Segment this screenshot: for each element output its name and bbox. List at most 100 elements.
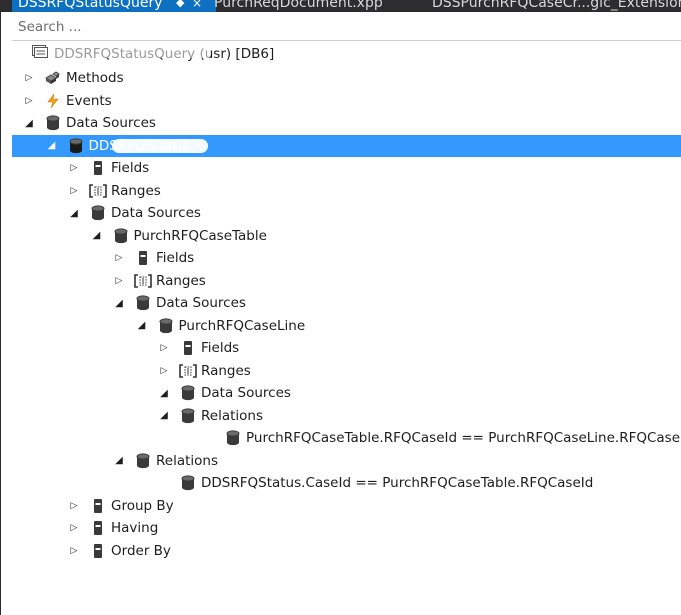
ranges-icon bbox=[89, 183, 107, 199]
field-icon bbox=[89, 160, 107, 176]
tree-item[interactable]: ◢ Data Sources bbox=[12, 202, 681, 224]
collapsed-arrow-icon[interactable]: ▷ bbox=[67, 180, 81, 202]
tree-item[interactable]: ▷ Fields bbox=[12, 247, 681, 269]
tree-item[interactable]: ◢ Relations bbox=[12, 405, 681, 427]
database-icon bbox=[134, 452, 152, 469]
tree-item[interactable]: ◢ Data Sources bbox=[12, 292, 681, 314]
redaction-mark bbox=[54, 46, 209, 58]
tree-item[interactable]: ▷ Methods bbox=[12, 67, 681, 89]
database-icon bbox=[179, 407, 197, 424]
query-icon bbox=[32, 45, 48, 63]
tree-item[interactable]: ▷ Events bbox=[12, 90, 681, 112]
tree-item-label: Ranges bbox=[201, 362, 251, 379]
ranges-icon bbox=[134, 273, 152, 289]
database-icon bbox=[44, 115, 62, 131]
tab-purchreqdocument[interactable]: PurchReqDocument.xpp bbox=[214, 0, 383, 12]
tree-item[interactable]: ◢ Relations bbox=[12, 450, 681, 472]
field-icon bbox=[134, 250, 152, 266]
collapsed-arrow-icon[interactable]: ▷ bbox=[67, 517, 81, 539]
tree-item-label: DDSRFQStatus.CaseId == PurchRFQCaseTable… bbox=[201, 475, 594, 491]
expanded-arrow-icon[interactable]: ◢ bbox=[112, 292, 126, 314]
tree-item-label: PurchRFQCaseTable bbox=[133, 227, 267, 244]
close-icon[interactable]: × bbox=[192, 0, 202, 12]
pin-icon[interactable]: ◆ bbox=[176, 0, 184, 12]
expanded-arrow-icon[interactable]: ◢ bbox=[157, 405, 171, 427]
database-icon bbox=[179, 475, 197, 491]
database-icon bbox=[179, 385, 197, 401]
collapsed-arrow-icon[interactable]: ▷ bbox=[67, 157, 81, 179]
tree-item[interactable]: ▷ Ranges bbox=[12, 360, 681, 382]
tree-item-label: Relations bbox=[156, 452, 218, 469]
collapsed-arrow-icon[interactable]: ▷ bbox=[157, 337, 171, 359]
tab-label: PurchReqDocument.xpp bbox=[214, 0, 383, 11]
field-icon bbox=[89, 498, 107, 514]
tree-item[interactable]: ▷ Having bbox=[12, 517, 681, 539]
tab-label: DSSPurchRFQCaseCr...gic_Extension.xp bbox=[432, 0, 681, 11]
tree-item[interactable]: DDSRFQStatus.CaseId == PurchRFQCaseTable… bbox=[12, 472, 681, 494]
collapsed-arrow-icon[interactable]: ▷ bbox=[67, 495, 81, 517]
expanded-arrow-icon[interactable]: ◢ bbox=[22, 112, 36, 134]
collapsed-arrow-icon[interactable]: ▷ bbox=[67, 540, 81, 562]
tree-item-label: Data Sources bbox=[111, 205, 201, 221]
tree-item-label: Having bbox=[111, 520, 159, 536]
collapsed-arrow-icon[interactable]: ▷ bbox=[112, 247, 126, 269]
collapsed-arrow-icon[interactable]: ▷ bbox=[22, 67, 36, 89]
database-icon bbox=[134, 295, 152, 311]
tree-item[interactable]: ◢ PurchRFQCaseLine bbox=[12, 315, 681, 337]
tree-item-label: Relations bbox=[201, 407, 263, 424]
tree-item-label: Events bbox=[66, 92, 112, 109]
tree-item-label: PurchRFQCaseTable.RFQCaseId == PurchRFQC… bbox=[246, 430, 681, 446]
collapsed-arrow-icon[interactable]: ▷ bbox=[112, 270, 126, 292]
database-icon bbox=[224, 430, 242, 446]
database-icon bbox=[112, 227, 130, 244]
search-input[interactable] bbox=[12, 14, 681, 40]
database-icon bbox=[67, 137, 85, 154]
field-icon bbox=[179, 340, 197, 356]
tree-item[interactable]: ▷ Group By bbox=[12, 495, 681, 517]
collapsed-arrow-icon[interactable]: ▷ bbox=[22, 90, 36, 112]
tab-label: DSSRFQStatusQuery bbox=[18, 0, 163, 11]
database-icon bbox=[89, 205, 107, 221]
tree-item-label: Fields bbox=[111, 160, 150, 176]
tree-item-label: Data Sources bbox=[156, 295, 246, 311]
expanded-arrow-icon[interactable]: ◢ bbox=[157, 382, 171, 404]
tree-item[interactable]: PurchRFQCaseTable.RFQCaseId == PurchRFQC… bbox=[12, 427, 681, 449]
ranges-icon bbox=[179, 363, 197, 379]
collapsed-arrow-icon[interactable]: ▷ bbox=[157, 360, 171, 382]
methods-icon bbox=[44, 70, 62, 86]
expanded-arrow-icon[interactable]: ◢ bbox=[90, 225, 104, 247]
tree-item-label: Methods bbox=[66, 70, 124, 86]
tree-item-label: Data Sources bbox=[66, 115, 156, 131]
lightning-icon bbox=[44, 93, 62, 109]
tree-item[interactable]: ◢ PurchRFQCaseTable bbox=[12, 225, 681, 247]
tab-dsspurchrfqcase-extension[interactable]: DSSPurchRFQCaseCr...gic_Extension.xp bbox=[432, 0, 681, 12]
redaction-mark bbox=[112, 138, 208, 153]
database-icon bbox=[157, 317, 175, 334]
expanded-arrow-icon[interactable]: ◢ bbox=[67, 202, 81, 224]
tree-item-label: Data Sources bbox=[201, 385, 291, 401]
field-icon bbox=[89, 543, 107, 559]
tree-item-label: PurchRFQCaseLine bbox=[178, 317, 306, 334]
tree-item[interactable]: ◢ Data Sources bbox=[12, 382, 681, 404]
field-icon bbox=[89, 520, 107, 536]
tree-item[interactable]: ▷ Fields bbox=[12, 157, 681, 179]
tab-ddsrfqstatusquery[interactable]: DSSRFQStatusQuery ◆ × bbox=[12, 0, 216, 12]
tree-item-label: Fields bbox=[156, 250, 195, 266]
tree-item-label: Ranges bbox=[156, 272, 206, 289]
expanded-arrow-icon[interactable]: ◢ bbox=[112, 450, 126, 472]
expanded-arrow-icon[interactable]: ◢ bbox=[45, 135, 59, 157]
expanded-arrow-icon[interactable]: ◢ bbox=[135, 315, 149, 337]
search-box[interactable] bbox=[12, 14, 681, 41]
tree-item[interactable]: ▷ Ranges bbox=[12, 180, 681, 202]
tree-item-label: Group By bbox=[111, 497, 174, 514]
tree-item-label: Ranges bbox=[111, 182, 161, 199]
window-edge bbox=[0, 0, 1, 615]
tree-item[interactable]: ▷ Order By bbox=[12, 540, 681, 562]
tree-item[interactable]: ▷ Ranges bbox=[12, 270, 681, 292]
tree-item-label: Fields bbox=[201, 340, 240, 356]
tree-item[interactable]: ▷ Fields bbox=[12, 337, 681, 359]
tree-item-label: Order By bbox=[111, 542, 171, 559]
tree-item[interactable]: ◢DDSRFQStatus bbox=[12, 134, 681, 157]
document-tab-bar: DSSRFQStatusQuery ◆ × PurchReqDocument.x… bbox=[0, 0, 681, 12]
tree-item[interactable]: ◢ Data Sources bbox=[12, 112, 681, 134]
